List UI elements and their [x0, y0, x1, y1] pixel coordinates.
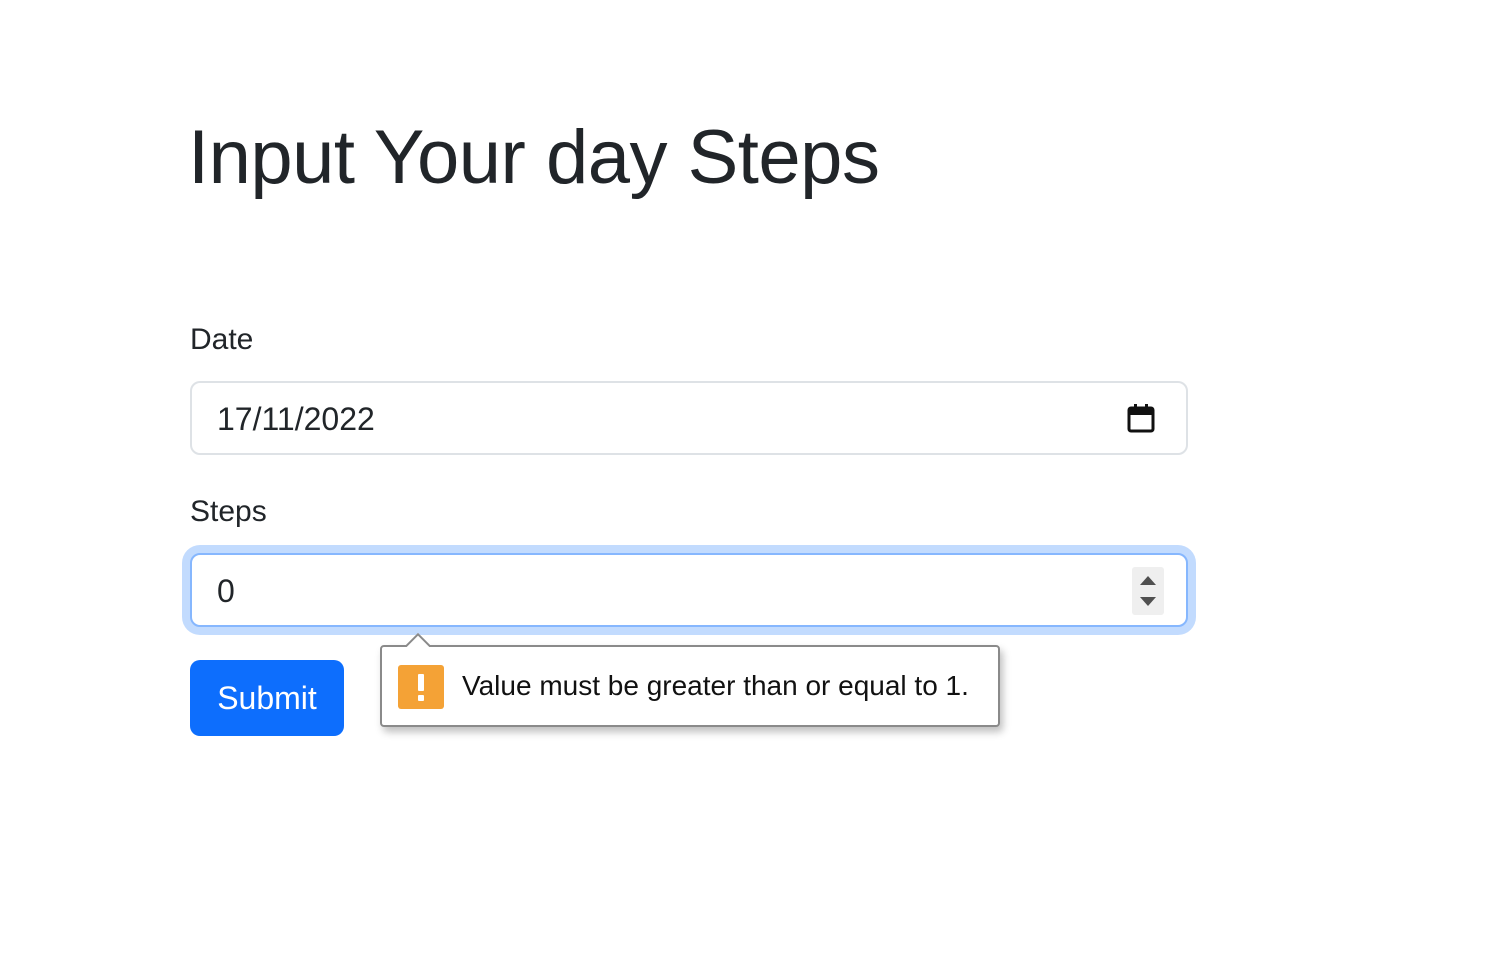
- submit-button[interactable]: Submit: [190, 660, 344, 736]
- number-spinner[interactable]: [1132, 567, 1164, 615]
- steps-value[interactable]: 0: [217, 572, 235, 610]
- tooltip-arrow: [406, 629, 430, 647]
- steps-label: Steps: [190, 495, 267, 528]
- date-value[interactable]: 17/11/2022: [217, 400, 375, 438]
- increment-arrow-icon[interactable]: [1140, 576, 1156, 585]
- calendar-icon[interactable]: [1126, 402, 1156, 434]
- validation-message: Value must be greater than or equal to 1…: [462, 670, 969, 701]
- date-input[interactable]: 17/11/2022: [190, 381, 1188, 455]
- date-label: Date: [190, 323, 254, 356]
- page-title: Input Your day Steps: [188, 115, 880, 200]
- validation-tooltip: Value must be greater than or equal to 1…: [380, 645, 1000, 727]
- warning-icon: [398, 665, 444, 709]
- decrement-arrow-icon[interactable]: [1140, 597, 1156, 606]
- steps-input[interactable]: 0: [190, 553, 1188, 627]
